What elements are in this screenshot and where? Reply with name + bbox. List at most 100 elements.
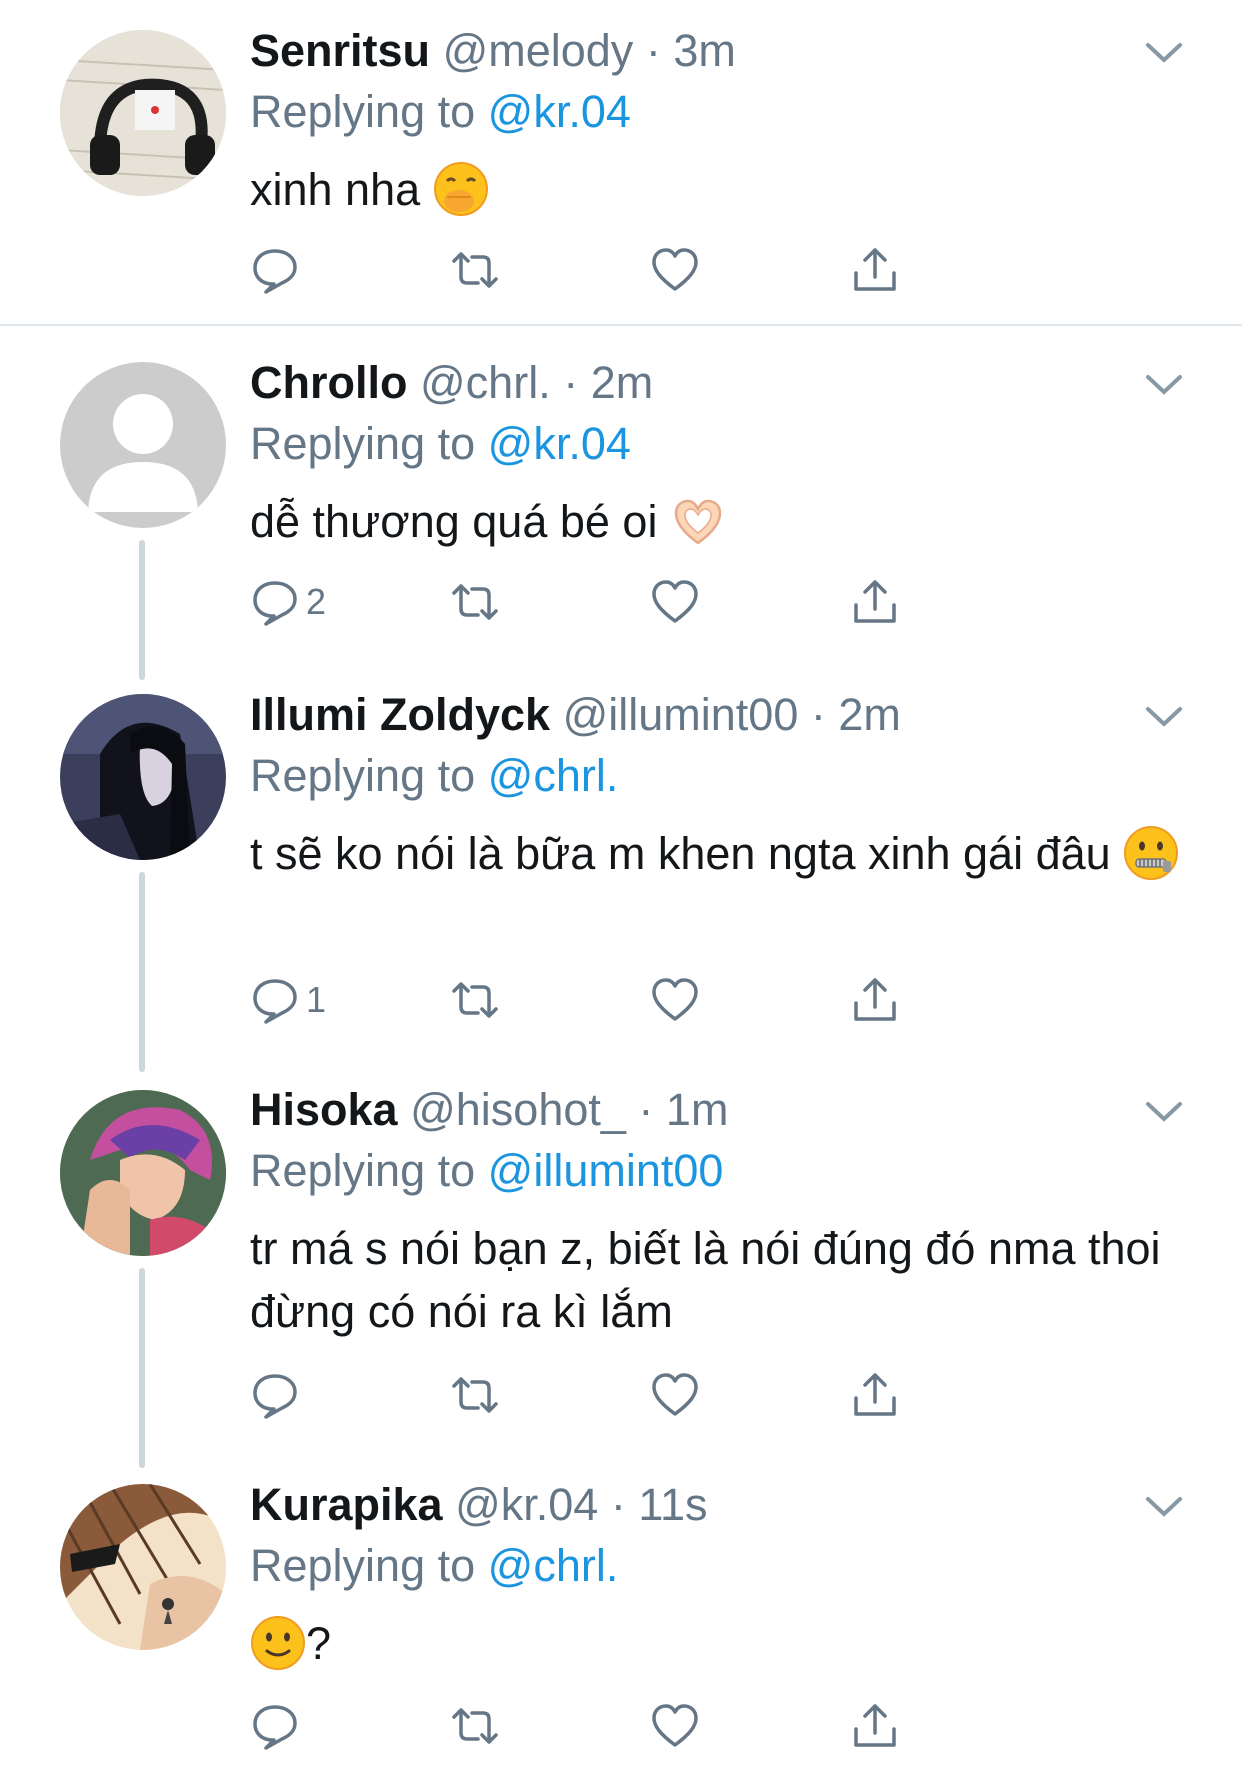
retweet-button[interactable]	[450, 970, 500, 1030]
tweet-text: ?	[306, 1618, 332, 1669]
share-icon	[854, 248, 896, 291]
tweet-time[interactable]: 2m	[591, 357, 654, 408]
display-name[interactable]: Illumi Zoldyck	[250, 689, 550, 740]
tweet-text: xinh nha	[250, 164, 421, 215]
chevron-down-icon[interactable]	[1142, 370, 1186, 400]
tweet-text: tr má s nói bạn z, biết là nói đúng đó n…	[250, 1223, 1161, 1337]
heart-icon	[652, 1704, 698, 1747]
user-handle[interactable]: @illumint00	[563, 689, 799, 740]
heart-hands-icon	[674, 499, 722, 545]
thread-line	[139, 540, 145, 680]
share-icon	[854, 1704, 896, 1747]
replying-label: Replying to	[250, 418, 476, 469]
reply-count: 1	[306, 979, 327, 1020]
reply-handle-link[interactable]: @chrl.	[488, 750, 619, 801]
avatar[interactable]	[60, 1484, 226, 1650]
thread-line	[139, 1268, 145, 1468]
replying-label: Replying to	[250, 86, 476, 137]
reply-handle-link[interactable]: @kr.04	[488, 86, 631, 137]
user-handle[interactable]: @chrl.	[420, 357, 551, 408]
reply-icon	[253, 581, 297, 626]
display-name[interactable]: Senritsu	[250, 25, 430, 76]
reply-icon	[253, 1705, 297, 1750]
tweet-text: dễ thương quá bé oi	[250, 496, 658, 547]
like-button[interactable]	[650, 970, 700, 1030]
replying-label: Replying to	[250, 1540, 476, 1591]
like-button[interactable]	[650, 1365, 700, 1425]
tweet-time[interactable]: 3m	[673, 25, 736, 76]
separator-dot: ·	[550, 357, 591, 408]
separator-dot: ·	[625, 1084, 666, 1135]
tweet-text: t sẽ ko nói là bữa m khen ngta xinh gái …	[250, 828, 1111, 879]
replying-label: Replying to	[250, 1145, 476, 1196]
avatar[interactable]	[60, 1090, 226, 1256]
heart-icon	[652, 978, 698, 1021]
reply-button[interactable]	[250, 1696, 306, 1756]
separator-dot: ·	[633, 25, 674, 76]
share-button[interactable]	[850, 240, 900, 300]
retweet-icon	[452, 982, 498, 1018]
tweet-time[interactable]: 1m	[666, 1084, 729, 1135]
share-icon	[854, 1373, 896, 1416]
retweet-button[interactable]	[450, 572, 500, 632]
tweet-actions	[250, 1365, 1010, 1425]
reply-handle-link[interactable]: @chrl.	[488, 1540, 619, 1591]
chevron-down-icon[interactable]	[1142, 1097, 1186, 1127]
default-avatar-icon	[60, 362, 226, 528]
tweet-time[interactable]: 11s	[638, 1479, 707, 1530]
avatar[interactable]	[60, 362, 226, 528]
retweet-button[interactable]	[450, 1696, 500, 1756]
like-button[interactable]	[650, 572, 700, 632]
avatar[interactable]	[60, 30, 226, 196]
reply-button[interactable]	[250, 240, 306, 300]
face-with-hand-over-mouth-icon	[433, 162, 488, 216]
share-button[interactable]	[850, 572, 900, 632]
retweet-icon	[452, 584, 498, 620]
anime-pink-hair-avatar-icon	[60, 1090, 226, 1256]
share-button[interactable]	[850, 1696, 900, 1756]
retweet-icon	[452, 252, 498, 288]
anime-blond-hair-avatar-icon	[60, 1484, 226, 1650]
retweet-icon	[452, 1708, 498, 1744]
share-button[interactable]	[850, 970, 900, 1030]
avatar[interactable]	[60, 694, 226, 860]
reply-handle-link[interactable]: @illumint00	[488, 1145, 724, 1196]
display-name[interactable]: Kurapika	[250, 1479, 443, 1530]
tweet-time[interactable]: 2m	[838, 689, 901, 740]
like-button[interactable]	[650, 1696, 700, 1756]
zipper-mouth-face-icon	[1124, 826, 1179, 880]
reply-handle-link[interactable]: @kr.04	[488, 418, 631, 469]
tweet-actions: 2	[250, 572, 1010, 632]
heart-icon	[652, 580, 698, 623]
display-name[interactable]: Chrollo	[250, 357, 407, 408]
share-button[interactable]	[850, 1365, 900, 1425]
reply-icon	[253, 979, 297, 1024]
display-name[interactable]: Hisoka	[250, 1084, 398, 1135]
like-button[interactable]	[650, 240, 700, 300]
chevron-down-icon[interactable]	[1142, 702, 1186, 732]
slightly-smiling-face-icon	[251, 1616, 305, 1670]
separator-dot: ·	[598, 1479, 639, 1530]
user-handle[interactable]: @melody	[443, 25, 634, 76]
reply-button[interactable]	[250, 1365, 306, 1425]
tweet-divider	[0, 324, 1242, 326]
reply-count: 2	[306, 581, 327, 622]
user-handle[interactable]: @hisohot_	[410, 1084, 626, 1135]
user-handle[interactable]: @kr.04	[455, 1479, 598, 1530]
tweet-actions: 1	[250, 970, 1010, 1030]
reply-button[interactable]: 2	[250, 572, 326, 632]
chevron-down-icon[interactable]	[1142, 1492, 1186, 1522]
replying-label: Replying to	[250, 750, 476, 801]
retweet-button[interactable]	[450, 240, 500, 300]
retweet-button[interactable]	[450, 1365, 500, 1425]
chevron-down-icon[interactable]	[1142, 38, 1186, 68]
heart-icon	[652, 1373, 698, 1416]
thread-line	[139, 872, 145, 1072]
tweet-actions	[250, 240, 1010, 300]
anime-dark-hair-avatar-icon	[60, 694, 226, 860]
reply-icon	[253, 1374, 297, 1419]
reply-button[interactable]: 1	[250, 970, 326, 1030]
separator-dot: ·	[798, 689, 839, 740]
tweet-actions	[250, 1696, 1010, 1756]
heart-icon	[652, 248, 698, 291]
